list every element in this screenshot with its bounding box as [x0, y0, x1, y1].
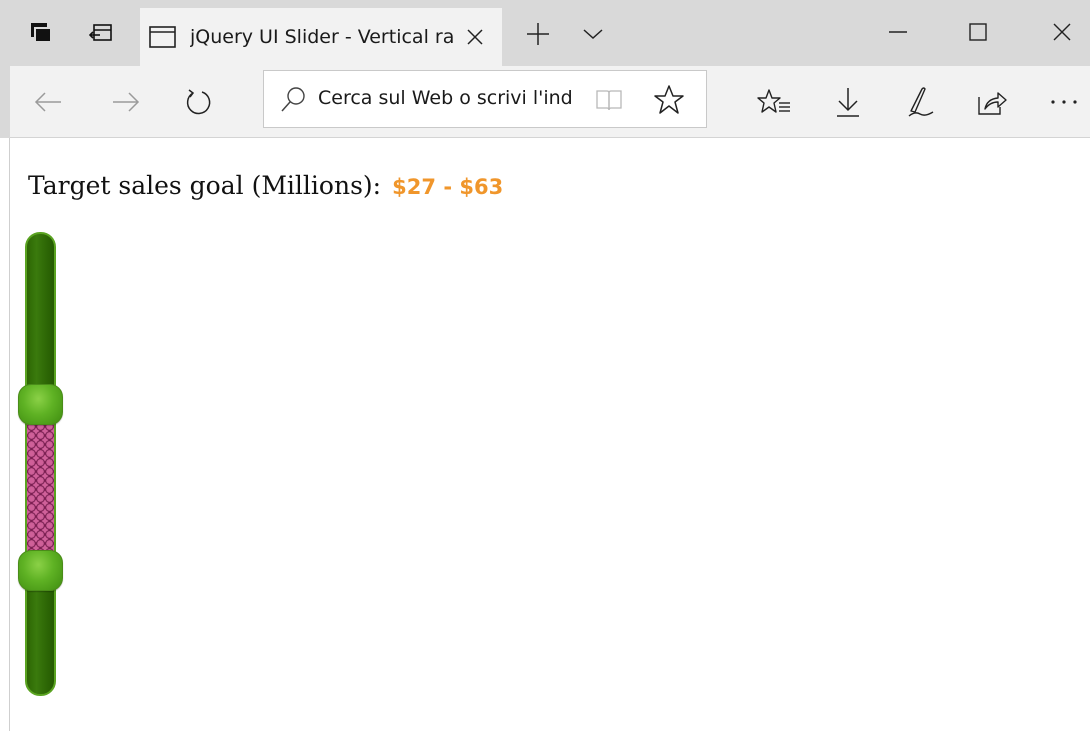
new-tab-plus-icon[interactable]: [520, 14, 556, 54]
more-icon[interactable]: [1040, 78, 1088, 126]
navigation-toolbar: Cerca sul Web o scrivi l'indirizzo: [10, 66, 1090, 138]
tabs-aside-icon[interactable]: [20, 0, 62, 66]
favorites-icon[interactable]: [750, 78, 798, 126]
forward-arrow-icon[interactable]: [102, 78, 150, 126]
goal-line: Target sales goal (Millions): $27 - $63: [28, 171, 503, 200]
tab-close-icon[interactable]: [460, 22, 490, 52]
back-arrow-icon[interactable]: [24, 78, 72, 126]
refresh-icon[interactable]: [174, 78, 222, 126]
goal-amount-readout: $27 - $63: [392, 175, 504, 199]
window-close-icon[interactable]: [1038, 12, 1086, 52]
address-input[interactable]: Cerca sul Web o scrivi l'indirizzo: [318, 87, 574, 109]
window-border: [0, 138, 10, 731]
pen-icon[interactable]: [896, 78, 944, 126]
goal-label: Target sales goal (Millions):: [28, 171, 382, 200]
page-content: Target sales goal (Millions): $27 - $63: [10, 139, 1090, 731]
tab-title: jQuery UI Slider - Vertical range slider: [190, 26, 455, 48]
show-tabs-icon[interactable]: [80, 0, 122, 66]
page-icon: [148, 24, 178, 50]
slider-range: [27, 404, 54, 570]
search-icon: [278, 85, 308, 115]
tab-active[interactable]: jQuery UI Slider - Vertical range slider: [140, 8, 502, 66]
chevron-down-icon[interactable]: [575, 14, 611, 54]
download-icon[interactable]: [824, 78, 872, 126]
share-icon[interactable]: [968, 78, 1016, 126]
slider-handle-high[interactable]: [18, 384, 63, 426]
window-edge: [0, 0, 10, 138]
slider-handle-low[interactable]: [18, 549, 63, 591]
minimize-icon[interactable]: [874, 12, 922, 52]
reading-view-book-icon[interactable]: [594, 85, 624, 115]
vertical-range-slider[interactable]: [18, 232, 63, 696]
favorite-star-icon[interactable]: [652, 83, 686, 117]
tab-strip: jQuery UI Slider - Vertical range slider: [10, 0, 1090, 66]
address-bar[interactable]: Cerca sul Web o scrivi l'indirizzo: [263, 70, 707, 128]
maximize-icon[interactable]: [954, 12, 1002, 52]
